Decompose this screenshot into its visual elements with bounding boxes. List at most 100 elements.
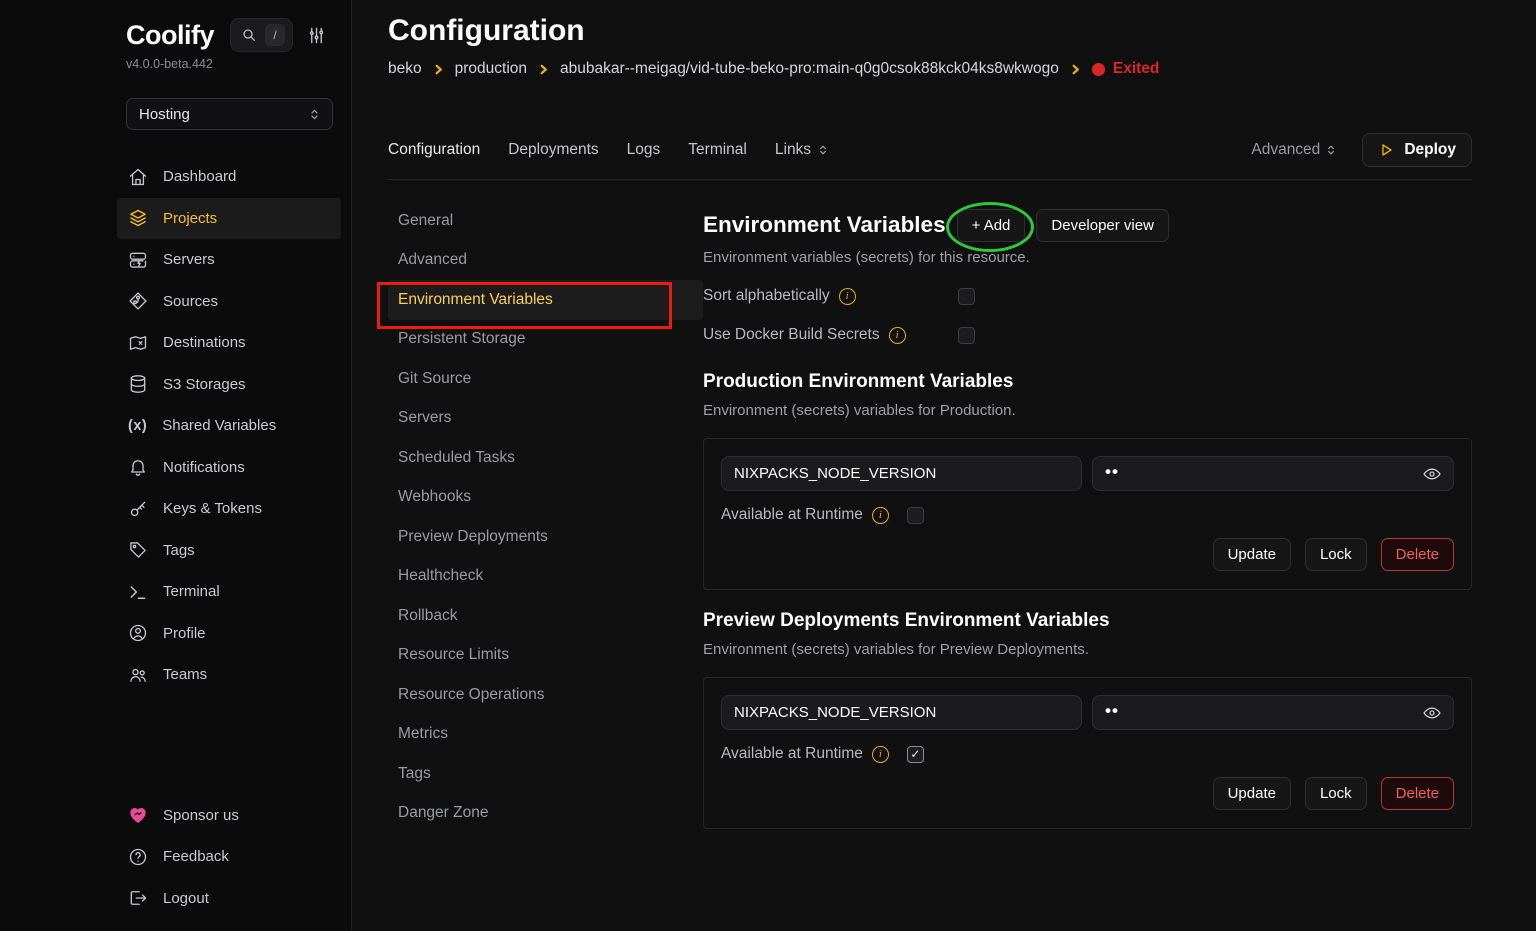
sidebar-item-profile[interactable]: Profile xyxy=(117,613,341,655)
sidebar-item-label: Destinations xyxy=(163,334,246,351)
team-select-value: Hosting xyxy=(139,106,307,123)
sidebar-item-label: Logout xyxy=(163,890,209,907)
sidebar-item-terminal[interactable]: Terminal xyxy=(117,571,341,613)
subnav-item-environment-variables[interactable]: Environment Variables xyxy=(388,280,703,320)
profile-icon xyxy=(128,623,148,643)
status-badge: Exited xyxy=(1092,60,1160,78)
tab-terminal[interactable]: Terminal xyxy=(688,141,747,159)
subnav-item-rollback[interactable]: Rollback xyxy=(388,596,703,636)
terminal-icon xyxy=(128,582,148,602)
eye-icon[interactable] xyxy=(1422,464,1442,484)
sidebar-item-label: Terminal xyxy=(163,583,220,600)
tab-label: Configuration xyxy=(388,141,480,159)
sidebar-item-logout[interactable]: Logout xyxy=(117,878,341,920)
info-icon: i xyxy=(872,507,889,524)
update-button[interactable]: Update xyxy=(1213,538,1291,571)
sidebar-item-shared-variables[interactable]: (x) Shared Variables xyxy=(117,405,341,447)
sidebar-item-s3-storages[interactable]: S3 Storages xyxy=(117,364,341,406)
team-select[interactable]: Hosting xyxy=(126,98,333,130)
sidebar-item-servers[interactable]: Servers xyxy=(117,239,341,281)
sidebar-item-sponsor-us[interactable]: Sponsor us xyxy=(117,795,341,837)
variable-name-input[interactable] xyxy=(721,456,1082,491)
breadcrumb-resource[interactable]: abubakar--meigag/vid-tube-beko-pro:main-… xyxy=(560,60,1059,78)
subnav-item-danger-zone[interactable]: Danger Zone xyxy=(388,794,703,834)
variable-value-input[interactable]: •• xyxy=(1092,695,1454,730)
database-icon xyxy=(128,374,148,394)
tab-label: Links xyxy=(775,141,811,159)
settings-sliders-icon[interactable] xyxy=(307,26,326,45)
sidebar-item-keys-tokens[interactable]: Keys & Tokens xyxy=(117,488,341,530)
subnav-label: Environment Variables xyxy=(398,291,553,309)
tab-links-dropdown[interactable]: Links xyxy=(775,141,830,159)
subnav-item-resource-limits[interactable]: Resource Limits xyxy=(388,636,703,676)
sidebar-item-tags[interactable]: Tags xyxy=(117,530,341,572)
breadcrumb-environment[interactable]: production xyxy=(455,60,527,78)
tab-configuration[interactable]: Configuration xyxy=(388,141,480,159)
tab-logs[interactable]: Logs xyxy=(627,141,661,159)
info-icon: i xyxy=(839,288,856,305)
chevron-right-icon xyxy=(433,64,444,75)
subnav-label: Preview Deployments xyxy=(398,528,548,546)
subnav-item-general[interactable]: General xyxy=(388,201,703,241)
production-section-title: Production Environment Variables xyxy=(703,371,1472,397)
subnav-item-tags[interactable]: Tags xyxy=(388,754,703,794)
subnav-item-git-source[interactable]: Git Source xyxy=(388,359,703,399)
subnav-item-persistent-storage[interactable]: Persistent Storage xyxy=(388,320,703,360)
search-icon xyxy=(241,27,257,43)
preview-env-section: Preview Deployments Environment Variable… xyxy=(703,590,1472,829)
docker-build-secrets-row: Use Docker Build Secrets i xyxy=(703,325,1472,345)
tab-deployments[interactable]: Deployments xyxy=(508,141,598,159)
sidebar-item-notifications[interactable]: Notifications xyxy=(117,447,341,489)
subnav-item-resource-operations[interactable]: Resource Operations xyxy=(388,675,703,715)
subnav-item-preview-deployments[interactable]: Preview Deployments xyxy=(388,517,703,557)
sidebar-item-feedback[interactable]: Feedback xyxy=(117,836,341,878)
docker-build-secrets-checkbox[interactable] xyxy=(958,327,975,344)
variable-name-input[interactable] xyxy=(721,695,1082,730)
production-section-subtitle: Environment (secrets) variables for Prod… xyxy=(703,402,1472,423)
lock-button[interactable]: Lock xyxy=(1305,777,1367,810)
eye-icon[interactable] xyxy=(1422,703,1442,723)
subnav-label: Advanced xyxy=(398,251,467,269)
sidebar-item-projects[interactable]: Projects xyxy=(117,198,341,240)
breadcrumb-project[interactable]: beko xyxy=(388,60,422,78)
search-shortcut-key: / xyxy=(265,24,285,46)
subnav-item-advanced[interactable]: Advanced xyxy=(388,241,703,281)
add-variable-button[interactable]: + Add xyxy=(957,209,1026,242)
app-version: v4.0.0-beta.442 xyxy=(0,57,351,71)
subnav-label: Webhooks xyxy=(398,488,471,506)
layers-icon xyxy=(128,208,148,228)
subnav-item-healthcheck[interactable]: Healthcheck xyxy=(388,557,703,597)
sidebar-item-destinations[interactable]: Destinations xyxy=(117,322,341,364)
delete-button[interactable]: Delete xyxy=(1381,538,1454,571)
subnav-label: Git Source xyxy=(398,370,471,388)
subnav-label: Healthcheck xyxy=(398,567,483,585)
sidebar-item-dashboard[interactable]: Dashboard xyxy=(117,156,341,198)
section-title: Environment Variables xyxy=(703,212,946,238)
variable-value-input[interactable]: •• xyxy=(1092,456,1454,491)
sort-alphabetically-checkbox[interactable] xyxy=(958,288,975,305)
sidebar-item-label: Feedback xyxy=(163,848,229,865)
environment-variables-panel: Environment Variables + Add Developer vi… xyxy=(703,201,1472,931)
sidebar-item-sources[interactable]: Sources xyxy=(117,281,341,323)
lock-button[interactable]: Lock xyxy=(1305,538,1367,571)
sidebar-footer: Sponsor us Feedback Logout xyxy=(117,795,341,920)
subnav-item-scheduled-tasks[interactable]: Scheduled Tasks xyxy=(388,438,703,478)
sidebar-item-teams[interactable]: Teams xyxy=(117,654,341,696)
runtime-checkbox[interactable] xyxy=(907,507,924,524)
sort-alphabetically-row: Sort alphabetically i xyxy=(703,286,1472,306)
subnav-item-metrics[interactable]: Metrics xyxy=(388,715,703,755)
runtime-checkbox[interactable] xyxy=(907,746,924,763)
subnav-label: Rollback xyxy=(398,607,457,625)
toggle-label: Use Docker Build Secrets xyxy=(703,326,880,344)
subnav-label: Resource Limits xyxy=(398,646,509,664)
delete-button[interactable]: Delete xyxy=(1381,777,1454,810)
key-icon xyxy=(128,499,148,519)
developer-view-button[interactable]: Developer view xyxy=(1036,209,1169,242)
deploy-button[interactable]: Deploy xyxy=(1362,133,1472,167)
section-subtitle: Environment variables (secrets) for this… xyxy=(703,249,1472,270)
subnav-item-webhooks[interactable]: Webhooks xyxy=(388,478,703,518)
subnav-item-servers[interactable]: Servers xyxy=(388,399,703,439)
update-button[interactable]: Update xyxy=(1213,777,1291,810)
search-button[interactable]: / xyxy=(230,18,293,52)
advanced-dropdown[interactable]: Advanced xyxy=(1251,141,1338,159)
